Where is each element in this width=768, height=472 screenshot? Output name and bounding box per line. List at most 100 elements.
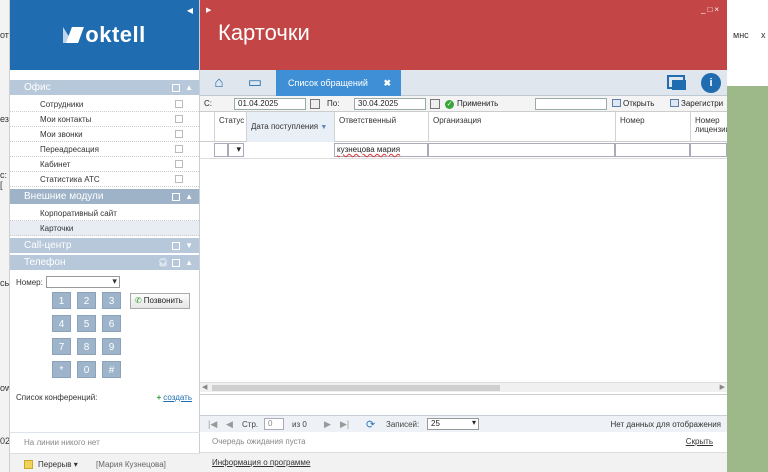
about-link[interactable]: Информация о программе	[212, 458, 310, 467]
home-icon[interactable]: ⌂	[208, 73, 230, 93]
headset-icon[interactable]: 🎧︎	[158, 258, 168, 267]
expand-down-icon[interactable]: ▼	[185, 241, 193, 250]
title-bar: ▶ Карточки _□×	[200, 0, 727, 70]
help-icon[interactable]	[175, 100, 183, 108]
key-6[interactable]: 6	[102, 315, 121, 332]
phone-panel: Номер: 1 2 3 4 5 6 7 8 9 * 0 #	[10, 270, 199, 384]
number-filter-input[interactable]	[615, 143, 690, 157]
page-input[interactable]: 0	[264, 418, 284, 430]
sidebar-item-calls[interactable]: Мои звонки	[10, 127, 199, 142]
scroll-left-icon[interactable]: ◀	[202, 383, 207, 391]
help-icon[interactable]	[175, 145, 183, 153]
scroll-thumb[interactable]	[212, 385, 500, 391]
tab-requests-list[interactable]: Список обращений ✖	[276, 70, 401, 96]
create-conference-link[interactable]: + создать	[157, 393, 192, 402]
call-button[interactable]: ✆ Позвонить	[130, 293, 190, 309]
key-4[interactable]: 4	[52, 315, 71, 332]
number-select[interactable]	[45, 276, 120, 288]
sidebar-item-corporate-site[interactable]: Корпоративный сайт	[10, 206, 199, 221]
to-label: По:	[327, 99, 340, 108]
section-label: Телефон	[24, 257, 66, 268]
conference-label: Список конференций:	[16, 393, 98, 402]
column-responsible[interactable]: Ответственный	[334, 112, 428, 142]
collapse-up-icon[interactable]: ▲	[185, 192, 193, 201]
column-status[interactable]: Статус	[214, 112, 246, 142]
info-icon[interactable]: i	[701, 73, 721, 93]
monitor-icon[interactable]: ▭	[244, 73, 266, 93]
key-3[interactable]: 3	[102, 292, 121, 309]
column-license[interactable]: Номер лицензии	[690, 112, 727, 142]
to-date-input[interactable]: 30.04.2025	[354, 98, 426, 110]
scroll-right-icon[interactable]: ▶	[720, 383, 725, 391]
close-tab-icon[interactable]: ✖	[383, 70, 391, 96]
key-hash[interactable]: #	[102, 361, 121, 378]
records-per-page-select[interactable]: 25	[427, 418, 479, 430]
help-icon[interactable]	[175, 130, 183, 138]
search-input[interactable]	[535, 98, 607, 110]
collapse-sidebar-icon[interactable]: ◀	[187, 6, 193, 15]
status-label: Перерыв	[38, 460, 72, 469]
first-page-icon[interactable]: |◀	[208, 419, 217, 430]
apply-button[interactable]: ✓ Применить	[445, 99, 498, 109]
key-7[interactable]: 7	[52, 338, 71, 355]
section-office[interactable]: Офис ▲	[10, 80, 199, 95]
help-icon[interactable]	[175, 160, 183, 168]
column-label: Дата поступления	[251, 122, 319, 131]
sidebar-item-cabinet[interactable]: Кабинет	[10, 157, 199, 172]
next-page-icon[interactable]: ▶	[324, 419, 331, 430]
status-filter-dropdown[interactable]	[228, 143, 244, 157]
help-icon[interactable]	[172, 258, 181, 267]
sidebar-item-forwarding[interactable]: Переадресация	[10, 142, 199, 157]
status-filter[interactable]	[214, 143, 228, 157]
key-0[interactable]: 0	[77, 361, 96, 378]
last-page-icon[interactable]: ▶|	[340, 419, 349, 430]
section-phone[interactable]: Телефон 🎧︎ ▲	[10, 255, 199, 270]
calendar-icon[interactable]	[310, 99, 320, 109]
register-button[interactable]: Зарегистри	[670, 99, 723, 108]
sidebar-item-cards[interactable]: Карточки	[10, 221, 199, 236]
key-8[interactable]: 8	[77, 338, 96, 355]
tab-bar: ⌂ ▭ Список обращений ✖ i	[200, 70, 727, 96]
column-date[interactable]: Дата поступления ▼	[246, 112, 334, 142]
prev-page-icon[interactable]: ◀	[226, 419, 233, 430]
responsible-filter-input[interactable]: кузнецова мария	[334, 143, 428, 157]
collapse-up-icon[interactable]: ▲	[185, 83, 193, 92]
key-5[interactable]: 5	[77, 315, 96, 332]
expand-arrow-icon[interactable]: ▶	[206, 6, 211, 14]
section-external-modules[interactable]: Внешние модули ▲	[10, 189, 199, 204]
section-call-center[interactable]: Call-центр ▼	[10, 238, 199, 253]
key-9[interactable]: 9	[102, 338, 121, 355]
column-organization[interactable]: Организация	[428, 112, 615, 142]
help-icon[interactable]	[172, 192, 181, 201]
open-button[interactable]: Открыть	[612, 99, 654, 108]
sidebar-item-employees[interactable]: Сотрудники	[10, 97, 199, 112]
hide-link[interactable]: Скрыть	[686, 437, 713, 446]
windows-icon[interactable]	[667, 75, 687, 91]
collapse-up-icon[interactable]: ▲	[185, 258, 193, 267]
help-icon[interactable]	[175, 115, 183, 123]
help-icon[interactable]	[172, 241, 181, 250]
background-right-strip: мнс x	[727, 0, 768, 472]
call-button-label: Позвонить	[143, 296, 183, 305]
from-date-input[interactable]: 01.04.2025	[234, 98, 306, 110]
status-indicator-icon	[24, 460, 33, 469]
key-1[interactable]: 1	[52, 292, 71, 309]
section-controls: 🎧︎ ▲	[158, 255, 193, 270]
license-filter-input[interactable]	[690, 143, 727, 157]
register-icon	[670, 99, 679, 107]
horizontal-scrollbar[interactable]: ◀ ▶	[200, 382, 727, 392]
help-icon[interactable]	[172, 83, 181, 92]
help-icon[interactable]	[175, 175, 183, 183]
organization-filter-input[interactable]	[428, 143, 615, 157]
calendar-icon[interactable]	[430, 99, 440, 109]
key-2[interactable]: 2	[77, 292, 96, 309]
column-number[interactable]: Номер	[615, 112, 690, 142]
status-selector[interactable]: Перерыв ▾	[38, 460, 78, 469]
refresh-icon[interactable]: ⟳	[366, 418, 375, 431]
key-star[interactable]: *	[52, 361, 71, 378]
close-icon[interactable]: ×	[714, 5, 721, 14]
sidebar-item-statistics[interactable]: Статистика АТС	[10, 172, 199, 187]
pager: |◀ ◀ Стр. 0 из 0 ▶ ▶| ⟳ Записей: 25 Нет …	[200, 415, 727, 432]
sidebar-item-contacts[interactable]: Мои контакты	[10, 112, 199, 127]
open-label: Открыть	[623, 99, 655, 108]
